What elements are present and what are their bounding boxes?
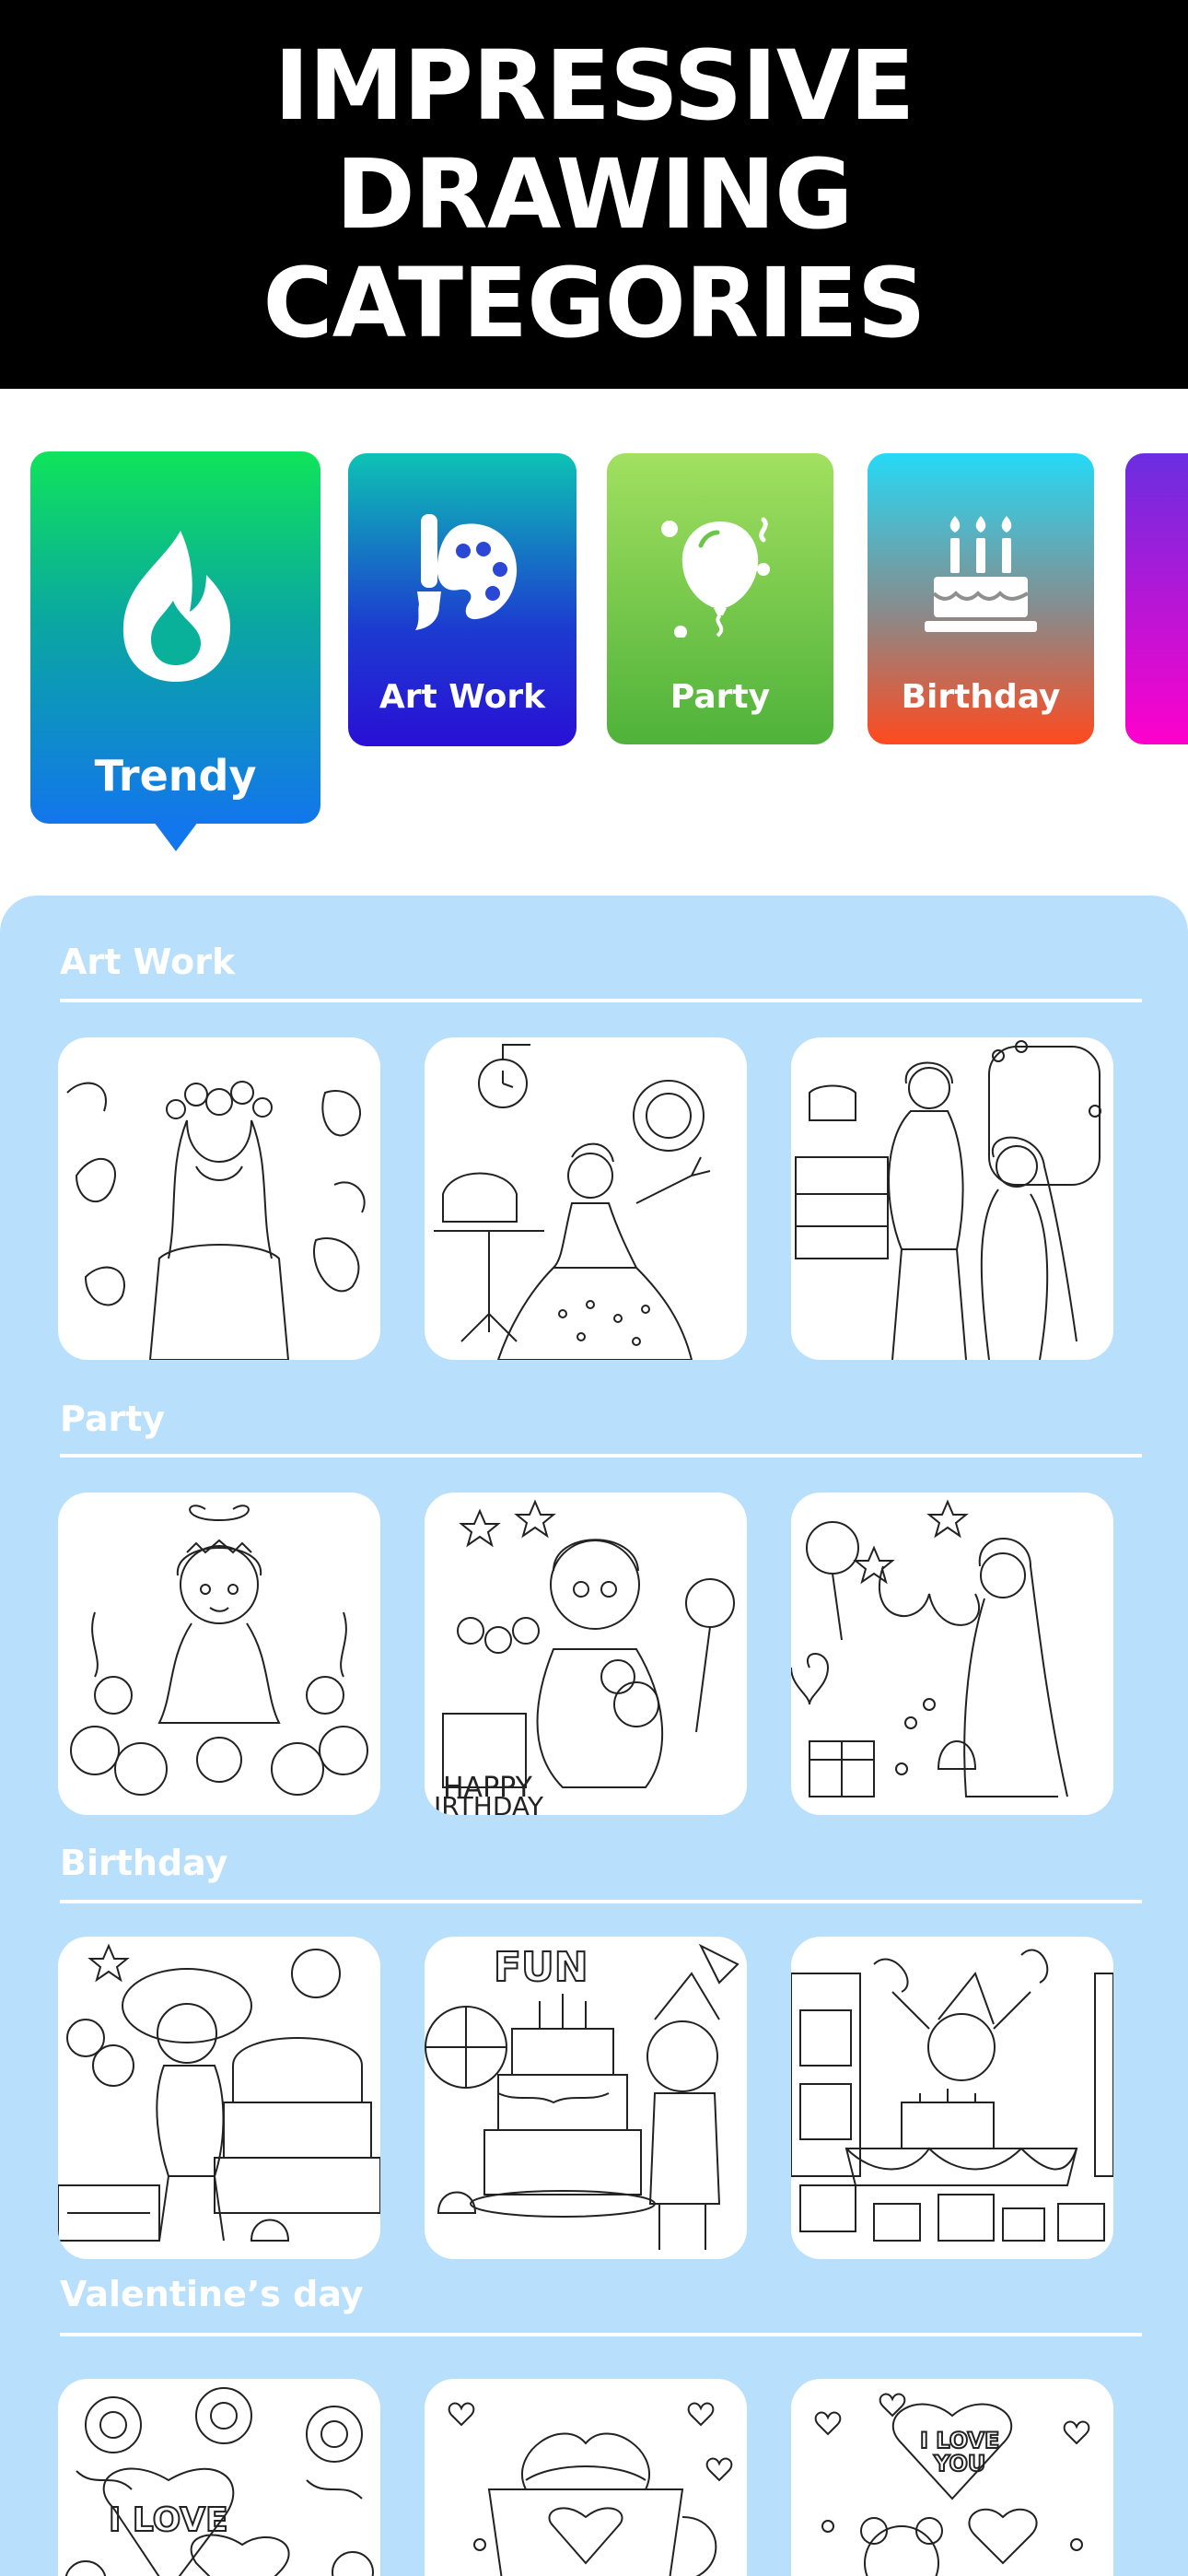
category-art-work[interactable]: Art Work [348,453,577,746]
drawings-panel: Art Work Party HAPPY IRTHDAY Birthday FU… [0,896,1188,2576]
category-label: Party [670,678,771,716]
drawing-thumbnail[interactable]: I LOVE [58,2379,380,2576]
drawing-thumbnail[interactable]: HAPPY IRTHDAY [425,1493,747,1815]
selected-pointer [153,822,198,851]
category-label: Birthday [901,678,1061,716]
drawing-thumbnail[interactable] [791,1493,1113,1815]
flame-icon [122,531,230,682]
category-label: Art Work [379,678,546,716]
drawing-thumbnail[interactable]: I LOVE YOU [791,2379,1113,2576]
drawing-thumbnail[interactable] [58,1037,380,1360]
section-title-art-work: Art Work [60,942,236,982]
category-birthday[interactable]: Birthday [868,453,1094,744]
drawing-thumbnail[interactable] [58,1937,380,2259]
section-title-valentines-day: Valentine’s day [60,2274,364,2314]
category-strip: Trendy Art Work Party Birthday [0,442,1188,866]
svg-text:FUN: FUN [494,1944,588,1991]
category-label: Trendy [94,751,257,801]
category-party[interactable]: Party [607,453,833,744]
drawing-thumbnail[interactable] [791,1937,1113,2259]
section-title-party: Party [60,1399,166,1439]
hero-title: IMPRESSIVE DRAWING CATEGORIES [262,29,926,359]
balloon-icon [661,517,770,638]
drawing-thumbnail[interactable] [791,1037,1113,1360]
drawing-thumbnail[interactable]: FUN [425,1937,747,2259]
svg-text:I LOVE: I LOVE [109,2501,228,2539]
category-next-partial[interactable] [1125,453,1188,744]
section-divider [60,2333,1142,2336]
drawing-thumbnail[interactable] [58,1493,380,1815]
svg-text:I LOVE: I LOVE [920,2428,999,2453]
svg-text:YOU: YOU [933,2451,985,2476]
section-divider [60,999,1142,1002]
drawing-thumbnail[interactable] [425,1037,747,1360]
svg-text:IRTHDAY: IRTHDAY [434,1791,544,1815]
section-divider [60,1454,1142,1458]
palette-brush-icon [415,514,518,630]
section-divider [60,1900,1142,1903]
hero-banner: IMPRESSIVE DRAWING CATEGORIES [0,0,1188,389]
category-trendy[interactable]: Trendy [30,451,320,851]
section-title-birthday: Birthday [60,1843,228,1883]
drawing-thumbnail[interactable] [425,2379,747,2576]
birthday-cake-icon [925,516,1037,632]
